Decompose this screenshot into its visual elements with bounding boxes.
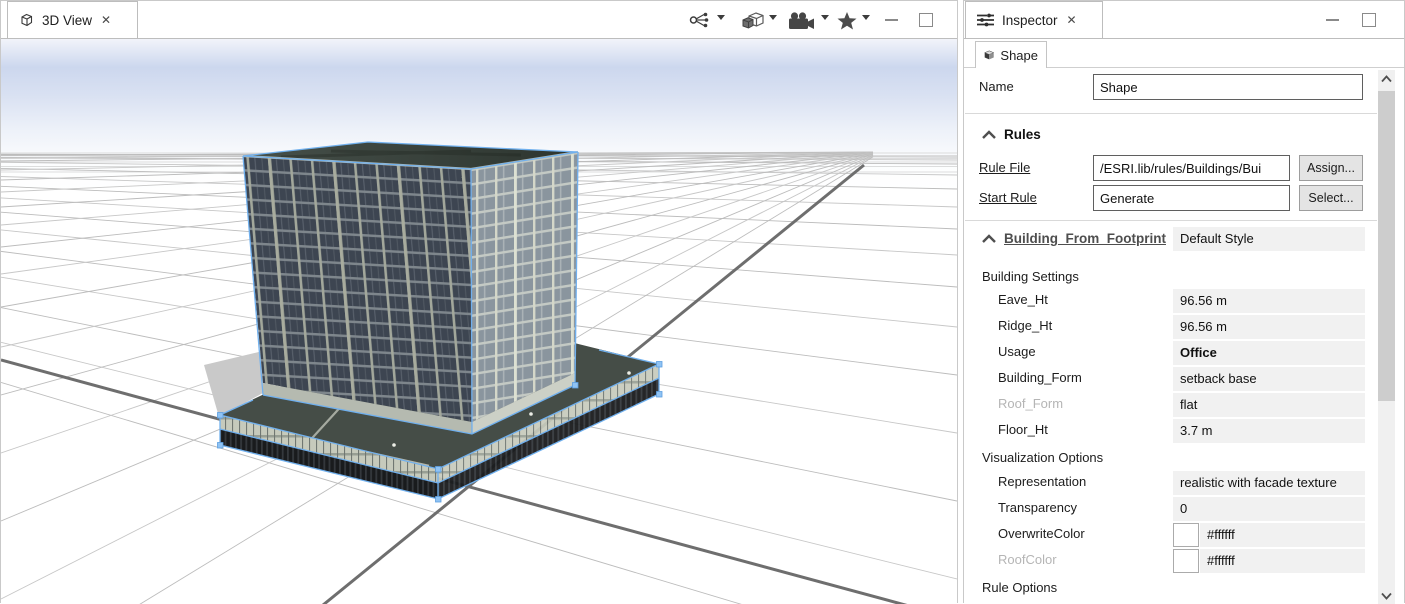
tab-3d-view-label: 3D View [42, 13, 92, 28]
shape-cube-icon [984, 48, 994, 62]
scroll-down-icon[interactable] [1378, 587, 1395, 604]
attr-value-representation[interactable]: realistic with facade texture [1173, 471, 1365, 495]
attr-label-representation: Representation [998, 470, 1086, 494]
attr-label-overwrite-color: OverwriteColor [998, 522, 1085, 546]
attr-value-overwrite-color[interactable]: #ffffff [1200, 523, 1365, 547]
sliders-icon [976, 12, 995, 28]
separator [965, 220, 1377, 221]
maximize-button[interactable] [919, 13, 933, 27]
scroll-up-icon[interactable] [1378, 70, 1395, 87]
rule-file-input[interactable] [1093, 155, 1290, 181]
group-label-visualization-options: Visualization Options [982, 448, 1103, 468]
tab-shape-label: Shape [1000, 48, 1038, 63]
bookmarks-dropdown[interactable] [862, 15, 870, 20]
view-display-settings-button[interactable] [740, 11, 766, 31]
maximize-button[interactable] [1362, 13, 1376, 27]
attr-label-roof-color: RoofColor [998, 548, 1057, 572]
attr-value-ridge-ht[interactable]: 96.56 m [1173, 315, 1365, 339]
scene-settings-button[interactable] [689, 11, 711, 29]
tab-inspector[interactable]: Inspector ✕ [965, 1, 1103, 38]
start-rule-link[interactable]: Start Rule [979, 185, 1037, 211]
tabbar-divider [964, 38, 1404, 39]
collapse-rules-icon[interactable] [981, 129, 997, 141]
cube-outline-icon [18, 12, 35, 28]
attr-value-roof-form[interactable]: flat [1173, 393, 1365, 417]
attr-label-roof-form: Roof_Form [998, 392, 1063, 416]
scene-settings-dropdown[interactable] [717, 15, 725, 20]
tab-3d-view-close-icon[interactable]: ✕ [101, 13, 111, 27]
attr-value-roof-color[interactable]: #ffffff [1200, 549, 1365, 573]
name-input[interactable] [1093, 74, 1363, 100]
attr-value-usage[interactable]: Office [1173, 341, 1365, 365]
collapse-building-icon[interactable] [981, 233, 997, 245]
attr-value-eave-ht[interactable]: 96.56 m [1173, 289, 1365, 313]
minimize-button[interactable] [1326, 19, 1339, 21]
panel-inspector: Inspector ✕ Shape Name Rules Rule File A… [963, 0, 1405, 603]
application-window: { "app": {"accent_color": "#70b0ee", "gr… [0, 0, 1405, 603]
overwrite-color-swatch[interactable] [1173, 523, 1199, 547]
group-label-building-settings: Building Settings [982, 267, 1079, 287]
attr-value-building-form[interactable]: setback base [1173, 367, 1365, 391]
chevron-down-icon [862, 15, 870, 20]
scrollbar-thumb[interactable] [1378, 91, 1395, 401]
attr-label-ridge-ht: Ridge_Ht [998, 314, 1052, 338]
tab-inspector-label: Inspector [1002, 13, 1058, 28]
view-display-dropdown[interactable] [769, 15, 777, 20]
rules-section-title[interactable]: Rules [1004, 124, 1041, 146]
camera-button[interactable] [787, 11, 815, 31]
scene-settings-icon [689, 11, 711, 29]
building-section-title[interactable]: Building_From_Footprint [1004, 227, 1167, 251]
roof-color-swatch[interactable] [1173, 549, 1199, 573]
attr-value-floor-ht[interactable]: 3.7 m [1173, 419, 1365, 443]
camera-dropdown[interactable] [821, 15, 829, 20]
select-button[interactable]: Select... [1299, 185, 1363, 211]
view-display-settings-icon [740, 11, 766, 31]
panel-3d-view: 3D View ✕ [0, 0, 958, 603]
tab-inspector-close-icon[interactable]: ✕ [1067, 13, 1077, 27]
separator [965, 113, 1377, 114]
attr-label-eave-ht: Eave_Ht [998, 288, 1048, 312]
style-value-field[interactable]: Default Style [1173, 227, 1365, 251]
minimize-button[interactable] [885, 19, 898, 21]
chevron-down-icon [769, 15, 777, 20]
start-rule-input[interactable] [1093, 185, 1290, 211]
tab-shape[interactable]: Shape [975, 41, 1047, 68]
camera-icon [787, 11, 815, 31]
name-label: Name [979, 74, 1014, 100]
rule-file-link[interactable]: Rule File [979, 155, 1030, 181]
star-icon [836, 11, 858, 31]
tower-front-piers [243, 156, 472, 422]
attr-value-transparency[interactable]: 0 [1173, 497, 1365, 521]
group-label-rule-options: Rule Options [982, 578, 1057, 598]
attr-label-floor-ht: Floor_Ht [998, 418, 1048, 442]
chevron-down-icon [821, 15, 829, 20]
bookmarks-button[interactable] [836, 11, 858, 31]
tab-3d-view[interactable]: 3D View ✕ [7, 1, 138, 38]
assign-button[interactable]: Assign... [1299, 155, 1363, 181]
viewport-3d[interactable] [1, 38, 957, 604]
attr-label-building-form: Building_Form [998, 366, 1082, 390]
attr-label-transparency: Transparency [998, 496, 1077, 520]
attr-label-usage: Usage [998, 340, 1036, 364]
inspector-scrollbar[interactable] [1378, 70, 1395, 604]
chevron-down-icon [717, 15, 725, 20]
